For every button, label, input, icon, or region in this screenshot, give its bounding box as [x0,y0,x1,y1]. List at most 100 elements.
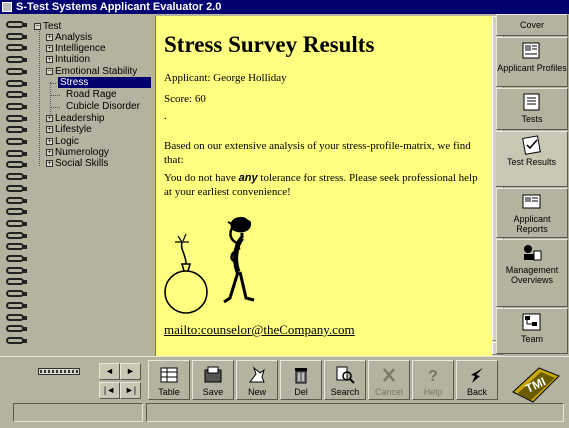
expand-icon[interactable]: + [46,44,53,52]
tab-management-overviews[interactable]: Management Overviews [496,239,568,307]
analysis-result: You do not have any tolerance for stress… [164,172,478,198]
spiral-coil [2,277,28,287]
search-button[interactable]: Search [324,360,366,400]
tree-node-logic[interactable]: + Logic [46,136,79,147]
system-menu-icon[interactable] [2,2,12,12]
spiral-coil [2,242,28,252]
spiral-hole [22,268,27,273]
tree-node-root[interactable]: − Test [34,21,61,32]
back-button[interactable]: Back [456,360,498,400]
next-record-button[interactable]: ► [120,363,141,380]
team-icon [522,313,541,331]
spiral-hole [22,292,27,297]
score-value: Score: 60 [164,93,206,105]
save-icon [204,366,222,383]
expand-icon[interactable]: + [46,33,53,41]
tree-node-leadership[interactable]: + Leadership [46,113,104,124]
expand-icon[interactable]: + [46,137,53,145]
tree-node-road-rage[interactable]: Road Rage [66,89,117,100]
cancel-icon [383,368,395,382]
tab-applicant-profiles[interactable]: Applicant Profiles [496,37,568,87]
spiral-coil [2,79,28,89]
slider-track [40,370,78,373]
spiral-coil [2,336,28,346]
results-page: Stress Survey Results Applicant: George … [155,16,493,356]
spiral-coil [2,55,28,65]
zoom-slider[interactable] [38,368,80,375]
previous-record-button[interactable]: ◄ [99,363,120,380]
spiral-hole [22,315,27,320]
spiral-coil [2,289,28,299]
record-navigator: ◄ ► |◄ ►| [97,362,143,400]
spiral-hole [22,257,27,261]
tests-icon [523,93,540,111]
spiral-hole [22,198,27,203]
new-icon [249,366,265,383]
tab-test-results[interactable]: Test Results [496,131,568,187]
new-button[interactable]: New [236,360,278,400]
spiral-hole [22,245,27,250]
help-button[interactable]: ? Help [412,360,454,400]
tree-node-numerology[interactable]: + Numerology [46,147,109,158]
spiral-hole [22,233,27,238]
window-title: S-Test Systems Applicant Evaluator 2.0 [16,1,222,13]
spiral-hole [22,303,27,308]
spiral-coil [2,90,28,100]
spiral-coil [2,313,28,323]
expand-icon[interactable]: + [46,125,53,133]
tab-cover[interactable]: Cover [496,14,568,36]
save-button[interactable]: Save [192,360,234,400]
cancel-button[interactable]: Cancel [368,360,410,400]
counselor-email-link[interactable]: mailto:counselor@theCompany.com [164,322,355,338]
spiral-coil [2,219,28,229]
collapse-icon[interactable]: − [46,67,53,75]
spiral-coil [2,137,28,147]
tab-team[interactable]: Team [496,308,568,354]
expand-icon[interactable]: + [46,55,53,63]
tab-tests[interactable]: Tests [496,88,568,130]
spiral-coil [2,254,28,264]
collapse-icon[interactable]: − [34,22,41,30]
tree-node-stress[interactable]: Stress [58,77,151,88]
spiral-hole [22,128,27,133]
title-bar[interactable]: S-Test Systems Applicant Evaluator 2.0 [0,0,569,14]
tab-applicant-reports[interactable]: Applicant Reports [496,188,568,238]
spiral-hole [22,186,27,191]
spiral-coil [2,196,28,206]
section-tabs: Cover Applicant Profiles Tests Test Resu… [496,14,569,356]
spiral-coil [2,125,28,135]
spiral-hole [22,23,27,27]
spiral-hole [22,163,27,168]
spiral-coil [2,114,28,124]
spiral-hole [22,116,27,121]
tree-node-intelligence[interactable]: + Intelligence [46,43,106,54]
applicant-name: Applicant: George Holliday [164,72,287,84]
tree-node-emotional-stability[interactable]: − Emotional Stability [46,66,137,77]
notebook-spiral [2,20,30,350]
first-record-button[interactable]: |◄ [99,382,120,399]
search-icon [336,366,355,384]
tree-node-cubicle-disorder[interactable]: Cubicle Disorder [66,101,140,112]
spiral-hole [22,140,27,144]
page-title: Stress Survey Results [164,32,375,57]
tree-node-intuition[interactable]: + Intuition [46,54,90,65]
tree-node-analysis[interactable]: + Analysis [46,32,92,43]
last-record-button[interactable]: ►| [120,382,141,399]
expand-icon[interactable]: + [46,159,53,167]
table-button[interactable]: Table [148,360,190,400]
spiral-hole [22,221,27,226]
expand-icon[interactable]: + [46,114,53,122]
spiral-hole [22,69,27,74]
table-icon [160,367,178,383]
spiral-hole [22,210,27,215]
expand-icon[interactable]: + [46,148,53,156]
spiral-coil [2,266,28,276]
spiral-hole [22,104,27,109]
svg-text:?: ? [428,368,438,385]
management-overviews-icon [524,245,542,261]
delete-button[interactable]: Del [280,360,322,400]
back-icon [471,368,483,383]
tree-node-lifestyle[interactable]: + Lifestyle [46,124,92,135]
tree-node-social-skills[interactable]: + Social Skills [46,158,108,169]
spiral-coil [2,184,28,194]
